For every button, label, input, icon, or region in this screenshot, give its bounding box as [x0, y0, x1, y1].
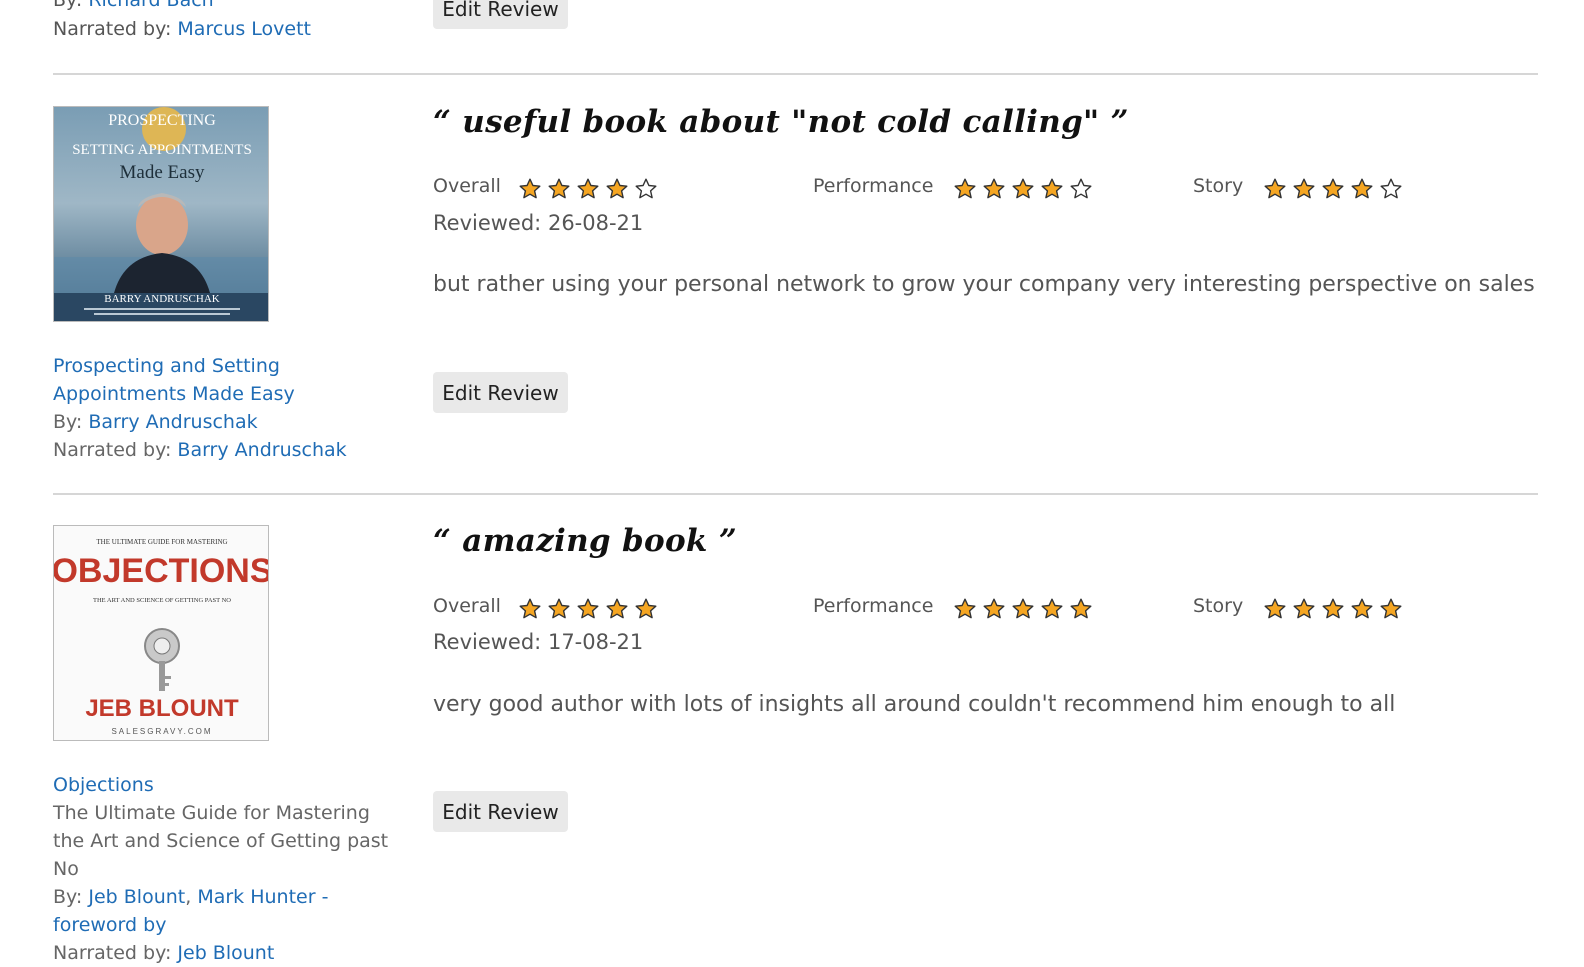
edit-review-button[interactable]: Edit Review	[433, 791, 568, 832]
star-filled-icon	[548, 598, 570, 619]
review-body: very good author with lots of insights a…	[433, 692, 1396, 717]
star-filled-icon	[548, 178, 570, 199]
overall-label: Overall	[433, 595, 501, 617]
prev-narrator-line: Narrated by: Marcus Lovett	[53, 15, 311, 43]
star-filled-icon	[1264, 598, 1286, 619]
svg-text:THE ART AND SCIENCE OF GETTING: THE ART AND SCIENCE OF GETTING PAST NO	[93, 597, 231, 604]
star-filled-icon	[577, 598, 599, 619]
cover-art: THE ULTIMATE GUIDE FOR MASTERING OBJECTI…	[54, 538, 269, 736]
star-filled-icon	[954, 178, 976, 199]
book-info: Prospecting and Setting Appointments Mad…	[53, 352, 403, 464]
star-filled-icon	[1041, 178, 1063, 199]
svg-text:Made Easy: Made Easy	[120, 162, 205, 183]
star-filled-icon	[1293, 598, 1315, 619]
story-label: Story	[1193, 595, 1244, 617]
svg-text:OBJECTIONS: OBJECTIONS	[54, 552, 269, 590]
prev-narrator-link[interactable]: Marcus Lovett	[177, 18, 311, 40]
star-empty-icon	[1380, 178, 1402, 199]
separator	[53, 493, 1538, 495]
book-cover-image[interactable]: THE ULTIMATE GUIDE FOR MASTERING OBJECTI…	[53, 525, 269, 741]
prev-author-link[interactable]: Richard Bach	[88, 0, 213, 11]
reviewed-date: Reviewed: 26-08-21	[433, 211, 644, 235]
separator	[53, 73, 1538, 75]
svg-text:SALESGRAVY.COM: SALESGRAVY.COM	[111, 727, 212, 736]
narrated-prefix: Narrated by:	[53, 439, 172, 461]
narrated-prefix: Narrated by:	[53, 18, 172, 40]
by-prefix: By:	[53, 886, 83, 908]
star-filled-icon	[1322, 598, 1344, 619]
star-filled-icon	[1012, 178, 1034, 199]
star-filled-icon	[983, 178, 1005, 199]
narrator-link[interactable]: Jeb Blount	[177, 942, 274, 964]
performance-label: Performance	[813, 175, 934, 197]
story-stars	[1263, 597, 1403, 621]
review-title: “ useful book about "not cold calling" ”	[433, 104, 1129, 140]
star-filled-icon	[1012, 598, 1034, 619]
book-title-link[interactable]: Objections	[53, 774, 154, 796]
star-filled-icon	[1264, 178, 1286, 199]
author-separator: ,	[185, 886, 192, 908]
star-filled-icon	[577, 178, 599, 199]
story-label: Story	[1193, 175, 1244, 197]
book-cover-image[interactable]: PROSPECTING SETTING APPOINTMENTS Made Ea…	[53, 106, 269, 322]
author-link[interactable]: Barry Andruschak	[88, 411, 257, 433]
star-empty-icon	[635, 178, 657, 199]
star-filled-icon	[519, 598, 541, 619]
svg-text:PROSPECTING: PROSPECTING	[108, 112, 216, 129]
svg-text:JEB BLOUNT: JEB BLOUNT	[85, 695, 239, 722]
star-filled-icon	[1070, 598, 1092, 619]
svg-text:BARRY ANDRUSCHAK: BARRY ANDRUSCHAK	[104, 293, 219, 305]
star-filled-icon	[1351, 598, 1373, 619]
by-prefix: By:	[53, 411, 83, 433]
star-filled-icon	[1293, 178, 1315, 199]
star-filled-icon	[519, 178, 541, 199]
performance-stars	[953, 597, 1093, 621]
overall-stars	[518, 177, 658, 201]
review-body: but rather using your personal network t…	[433, 272, 1535, 297]
edit-review-button[interactable]: Edit Review	[433, 372, 568, 413]
book-info: Objections The Ultimate Guide for Master…	[53, 771, 403, 967]
svg-text:SETTING APPOINTMENTS: SETTING APPOINTMENTS	[72, 142, 252, 158]
overall-stars	[518, 597, 658, 621]
story-stars	[1263, 177, 1403, 201]
by-prefix: By:	[53, 0, 83, 11]
prev-edit-review-button[interactable]: Edit Review	[433, 0, 568, 29]
book-title-link[interactable]: Prospecting and Setting Appointments Mad…	[53, 355, 295, 405]
prev-author-line: By: Richard Bach	[53, 0, 214, 14]
performance-stars	[953, 177, 1093, 201]
narrator-link[interactable]: Barry Andruschak	[177, 439, 346, 461]
author-link[interactable]: Jeb Blount	[88, 886, 185, 908]
star-filled-icon	[983, 598, 1005, 619]
cover-art: PROSPECTING SETTING APPOINTMENTS Made Ea…	[54, 107, 268, 321]
star-empty-icon	[1070, 178, 1092, 199]
book-subtitle: The Ultimate Guide for Mastering the Art…	[53, 802, 389, 880]
overall-label: Overall	[433, 175, 501, 197]
svg-text:THE ULTIMATE GUIDE FOR MASTERI: THE ULTIMATE GUIDE FOR MASTERING	[96, 538, 227, 546]
review-title: “ amazing book ”	[433, 523, 737, 559]
star-filled-icon	[1322, 178, 1344, 199]
star-filled-icon	[1351, 178, 1373, 199]
star-filled-icon	[1380, 598, 1402, 619]
reviewed-date: Reviewed: 17-08-21	[433, 630, 644, 654]
star-filled-icon	[1041, 598, 1063, 619]
performance-label: Performance	[813, 595, 934, 617]
star-filled-icon	[606, 178, 628, 199]
narrated-prefix: Narrated by:	[53, 942, 172, 964]
star-filled-icon	[606, 598, 628, 619]
star-filled-icon	[954, 598, 976, 619]
star-filled-icon	[635, 598, 657, 619]
